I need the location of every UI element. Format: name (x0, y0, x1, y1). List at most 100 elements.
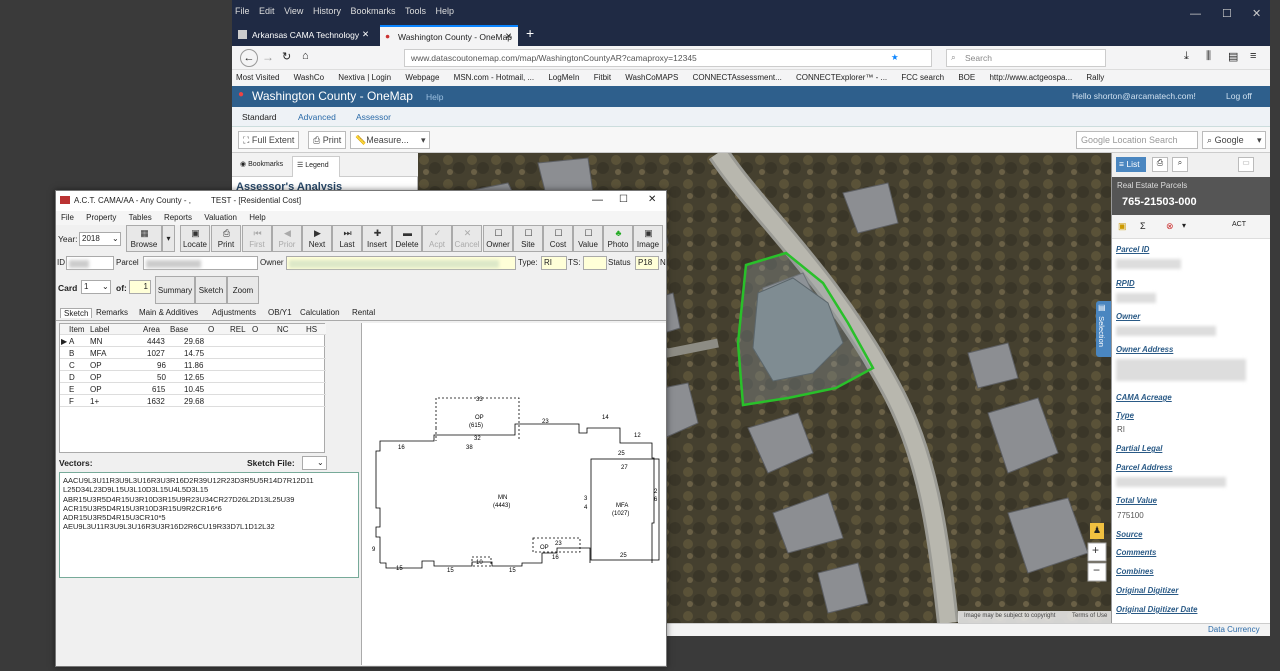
bookmark-item[interactable]: BOE (958, 73, 975, 82)
tab-bookmarks[interactable]: ◉ Bookmarks (240, 160, 283, 168)
google-location-search-input[interactable]: Google Location Search (1076, 131, 1198, 149)
bookmark-item[interactable]: Fitbit (594, 73, 611, 82)
bookmark-item[interactable]: http://www.actgeospa... (989, 73, 1072, 82)
field-label[interactable]: Type (1116, 411, 1134, 420)
zoom-out-button[interactable]: − (1093, 563, 1100, 577)
field-label[interactable]: Source (1116, 530, 1142, 539)
accept-button[interactable]: ✓ Acpt (422, 225, 452, 252)
selection-tab[interactable]: ▤ Selection (1096, 301, 1111, 357)
data-currency-link[interactable]: Data Currency (1208, 625, 1260, 634)
bookmark-item[interactable]: Rally (1086, 73, 1104, 82)
google-search-button[interactable]: ⌕ Google ▾ (1202, 131, 1266, 149)
menu-tables[interactable]: Tables (129, 213, 152, 222)
menu-help[interactable]: Help (436, 6, 455, 16)
menu-valuation[interactable]: Valuation (204, 213, 237, 222)
download-icon[interactable]: ⤓ (1184, 50, 1189, 63)
maximize-icon[interactable]: ☐ (619, 194, 628, 205)
delete-button[interactable]: ▬ Delete (392, 225, 422, 252)
field-label[interactable]: Owner Address (1116, 345, 1173, 354)
new-tab-icon[interactable]: + (526, 25, 534, 41)
search-bar[interactable]: ⌕ Search (946, 49, 1106, 67)
ts-field[interactable] (583, 256, 607, 270)
table-row[interactable]: ▶ A MN 4443 29.68 (60, 336, 326, 347)
menu-view[interactable]: View (284, 6, 303, 16)
field-label[interactable]: Comments (1116, 548, 1156, 557)
bookmark-item[interactable]: LogMeIn (548, 73, 579, 82)
owner-button[interactable]: ☐ Owner (483, 225, 513, 252)
full-extent-button[interactable]: ⛶ Full Extent (238, 131, 300, 149)
print-button[interactable]: ⎙ Print (308, 131, 347, 149)
menu-edit[interactable]: Edit (259, 6, 275, 16)
print-icon[interactable]: ⎙ (1152, 157, 1168, 172)
first-button[interactable]: ⏮ First (242, 225, 272, 252)
tab-main-additives[interactable]: Main & Additives (139, 308, 198, 317)
tab-arkansas-cama[interactable]: Arkansas CAMA Technology ✕ (234, 25, 376, 46)
measure-button[interactable]: 📏Measure... ▾ (350, 131, 430, 149)
sketch-canvas[interactable]: OP (615) MN (4443) MFA (1027) OP 33 32 3… (361, 323, 666, 665)
browse-button[interactable]: ▦ Browse (126, 225, 162, 252)
field-label[interactable]: Parcel Address (1116, 463, 1173, 472)
bookmark-item[interactable]: WashCo (294, 73, 324, 82)
last-button[interactable]: ⏭ Last (332, 225, 362, 252)
field-label[interactable]: Total Value (1116, 496, 1157, 505)
reload-icon[interactable]: ↻ (282, 50, 291, 63)
field-label[interactable]: Combines (1116, 567, 1154, 576)
sigma-icon[interactable]: Σ (1140, 221, 1146, 231)
vectors-textarea[interactable]: AACU9L3U11R3U9L3U16R3U3R16D2R39U12R23D3R… (59, 472, 359, 578)
back-icon[interactable]: ← (240, 49, 258, 67)
close-icon[interactable]: ✕ (648, 194, 656, 205)
street-view-pegman-icon[interactable]: ♟ (1093, 525, 1101, 536)
tab-assessor[interactable]: Assessor (356, 112, 391, 122)
forward-icon[interactable]: → (262, 50, 274, 64)
menu-property[interactable]: Property (86, 213, 116, 222)
tab-remarks[interactable]: Remarks (96, 308, 128, 317)
menu-reports[interactable]: Reports (164, 213, 192, 222)
tab-close-icon[interactable]: ✕ (362, 29, 369, 40)
act-logo-icon[interactable]: ACT (1232, 221, 1246, 228)
terms-of-use-link[interactable]: Terms of Use (1072, 613, 1107, 619)
cost-button[interactable]: ☐ Cost (543, 225, 573, 252)
year-select[interactable]: 2018 ⌄ (79, 232, 121, 246)
bookmark-item[interactable]: FCC search (901, 73, 944, 82)
print-button[interactable]: ⎙ Print (211, 225, 241, 252)
card-select[interactable]: 1 ⌄ (81, 280, 111, 294)
bookmark-item[interactable]: CONNECTAssessment... (693, 73, 782, 82)
home-icon[interactable]: ⌂ (302, 50, 309, 62)
bookmark-item[interactable]: Nextiva | Login (338, 73, 391, 82)
menu-history[interactable]: History (313, 6, 341, 16)
parcel-field[interactable] (143, 256, 258, 270)
prior-button[interactable]: ◀ Prior (272, 225, 302, 252)
list-button[interactable]: ≡ List (1116, 157, 1146, 172)
tab-advanced[interactable]: Advanced (298, 112, 336, 122)
field-label[interactable]: RPID (1116, 279, 1135, 288)
site-button[interactable]: ☐ Site (513, 225, 543, 252)
tab-adjustments[interactable]: Adjustments (212, 308, 256, 317)
tab-onemap[interactable]: ● Washington County - OneMap ✕ (380, 25, 518, 46)
field-label[interactable]: Owner (1116, 312, 1140, 321)
chevron-down-icon[interactable]: ▾ (1182, 221, 1186, 230)
table-row[interactable]: E OP 615 10.45 (60, 384, 326, 395)
tab-standard[interactable]: Standard (242, 112, 277, 122)
table-row[interactable]: C OP 96 11.86 (60, 360, 326, 371)
zoom-in-button[interactable]: + (1092, 543, 1099, 557)
tab-sketch[interactable]: Sketch (60, 308, 93, 318)
bookmark-item[interactable]: WashCoMAPS (625, 73, 678, 82)
photo-button[interactable]: ♣ Photo (603, 225, 633, 252)
status-field[interactable]: P18 (635, 256, 659, 270)
bookmark-item[interactable]: CONNECTExplorer™ - ... (796, 73, 887, 82)
tab-legend[interactable]: ☰ Legend (292, 156, 340, 177)
menu-file[interactable]: File (235, 6, 250, 16)
summary-button[interactable]: Summary (155, 276, 195, 304)
bookmark-item[interactable]: Webpage (405, 73, 439, 82)
bookmark-star-icon[interactable]: ★ (891, 52, 899, 63)
sketch-button[interactable]: Sketch (195, 276, 227, 304)
table-row[interactable]: D OP 50 12.65 (60, 372, 326, 383)
image-button[interactable]: ▣ Image (633, 225, 663, 252)
menu-file[interactable]: File (61, 213, 74, 222)
hamburger-menu-icon[interactable]: ≡ (1250, 50, 1256, 62)
owner-field[interactable] (286, 256, 516, 270)
minimize-icon[interactable]: — (592, 194, 603, 206)
locate-button[interactable]: ▣ Locate (180, 225, 210, 252)
help-link[interactable]: Help (426, 92, 443, 102)
sketch-file-select[interactable]: ⌄ (302, 456, 327, 470)
